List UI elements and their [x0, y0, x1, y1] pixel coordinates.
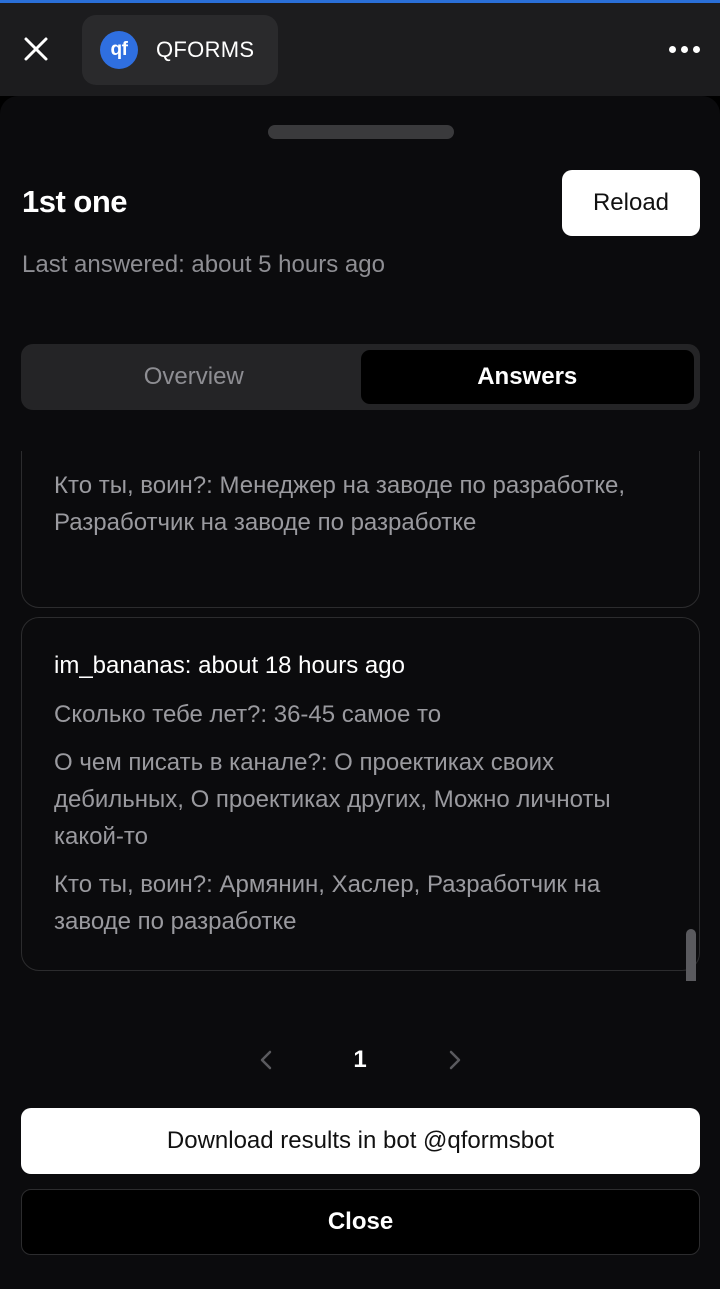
page-title: 1st one [22, 184, 128, 219]
list-scrollbar[interactable] [686, 929, 696, 981]
sheet-grabber[interactable] [268, 125, 454, 139]
answer-text: Кто ты, воин?: Армянин, Хаслер, Разработ… [54, 871, 601, 935]
more-horizontal-icon[interactable] [664, 37, 704, 61]
answer-text: Кто ты, воин?: Менеджер на заводе по раз… [54, 472, 625, 536]
answers-list[interactable]: Кто ты, воин?: Менеджер на заводе по раз… [0, 451, 720, 981]
last-answered-text: Last answered: about 5 hours ago [22, 251, 385, 278]
answer-text: Сколько тебе лет?: 36-45 самое то [54, 701, 442, 728]
close-button[interactable]: Close [21, 1189, 700, 1255]
app-badge[interactable]: qf QFORMS [82, 15, 278, 85]
close-icon[interactable] [18, 31, 54, 67]
current-page: 1 [353, 1046, 367, 1073]
response-card: im_bananas: about 18 hours ago Сколько т… [21, 617, 700, 971]
app-name: QFORMS [156, 37, 255, 62]
chevron-right-icon[interactable] [440, 1040, 470, 1080]
chevron-left-icon[interactable] [251, 1040, 281, 1080]
top-bar: qf QFORMS [0, 0, 720, 96]
tab-overview[interactable]: Overview [27, 350, 361, 404]
download-results-button[interactable]: Download results in bot @qformsbot [21, 1108, 700, 1174]
app-logo: qf [100, 31, 138, 69]
tab-switcher: Overview Answers [21, 344, 700, 410]
reload-button[interactable]: Reload [562, 170, 700, 236]
answer-text: О чем писать в канале?: О проектиках сво… [54, 749, 611, 850]
bottom-sheet: 1st one Reload Last answered: about 5 ho… [0, 96, 720, 1289]
tab-answers[interactable]: Answers [360, 350, 694, 404]
pagination: 1 [0, 1040, 720, 1080]
response-card: Кто ты, воин?: Менеджер на заводе по раз… [21, 451, 700, 608]
response-author: im_bananas: about 18 hours ago [54, 652, 405, 679]
